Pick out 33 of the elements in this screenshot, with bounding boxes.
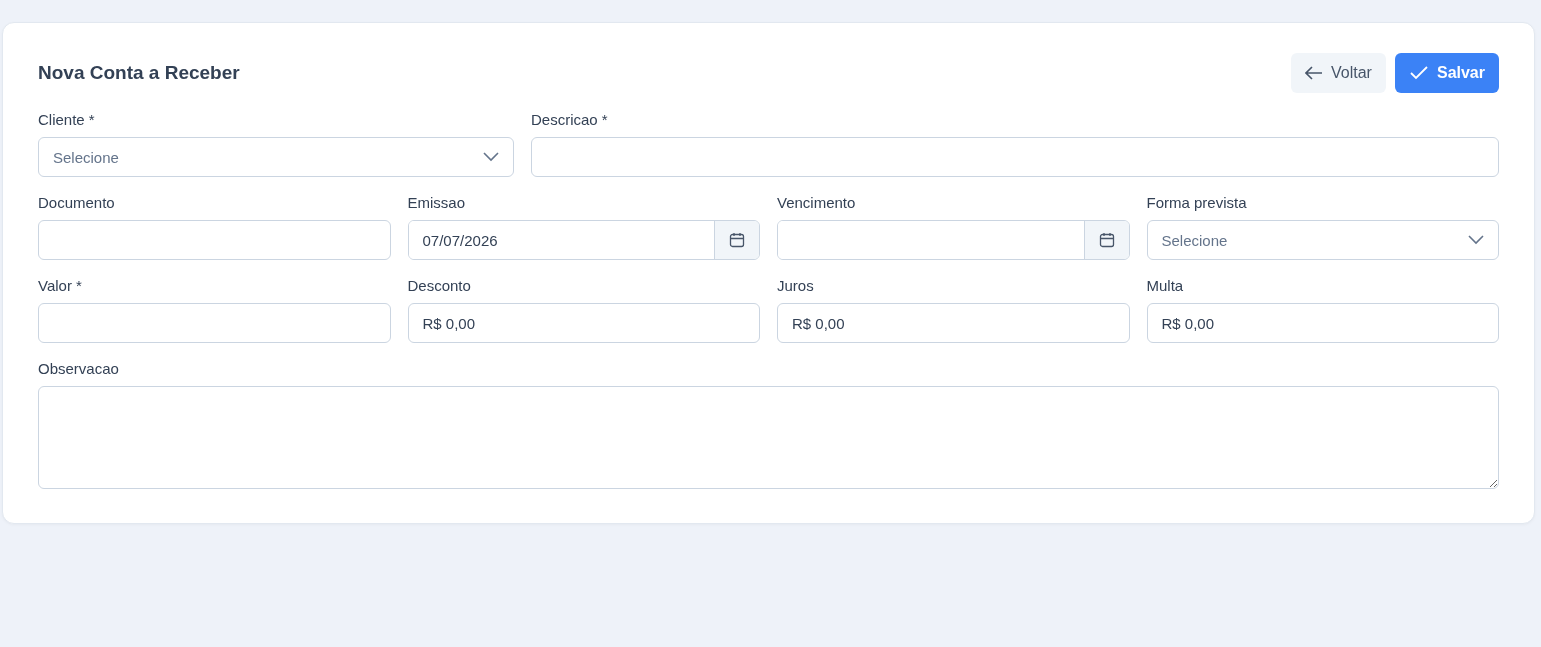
calendar-button[interactable] [1083, 221, 1129, 259]
field-label: Juros [777, 277, 814, 294]
calendar-icon [729, 232, 745, 248]
field-label: Vencimento [777, 194, 856, 211]
page-title: Nova Conta a Receber [38, 62, 240, 84]
check-icon [1408, 65, 1429, 81]
calendar-button[interactable] [714, 221, 759, 259]
field-label: Desconto [407, 277, 471, 294]
date-field[interactable]: 07/07/2026 [407, 220, 760, 260]
chevron-down-icon [1468, 235, 1484, 245]
field-label: Valor * [38, 277, 82, 294]
text-area[interactable] [38, 386, 1499, 489]
input-field[interactable]: R$ 0,00 [1146, 303, 1499, 343]
arrow-left-icon [1305, 66, 1324, 80]
input-field[interactable] [38, 220, 391, 260]
back-button[interactable]: Voltar [1291, 53, 1386, 93]
field-label: Documento [38, 194, 115, 211]
select-field[interactable]: Selecione [1146, 220, 1499, 260]
date-field[interactable] [777, 220, 1130, 260]
input-field[interactable] [531, 137, 1499, 177]
input-field[interactable] [38, 303, 391, 343]
field-label: Cliente * [38, 111, 95, 128]
input-field[interactable]: R$ 0,00 [777, 303, 1130, 343]
select-field[interactable]: Selecione [38, 137, 514, 177]
save-button[interactable]: Salvar [1394, 53, 1499, 93]
input-field[interactable]: R$ 0,00 [407, 303, 760, 343]
field-label: Multa [1146, 277, 1184, 294]
field-label: Descricao * [531, 111, 608, 128]
field-label: Emissao [407, 194, 466, 211]
field-label: Forma prevista [1146, 194, 1247, 211]
chevron-down-icon [483, 152, 499, 162]
calendar-icon [1098, 232, 1115, 248]
field-label: Observacao [38, 360, 119, 377]
